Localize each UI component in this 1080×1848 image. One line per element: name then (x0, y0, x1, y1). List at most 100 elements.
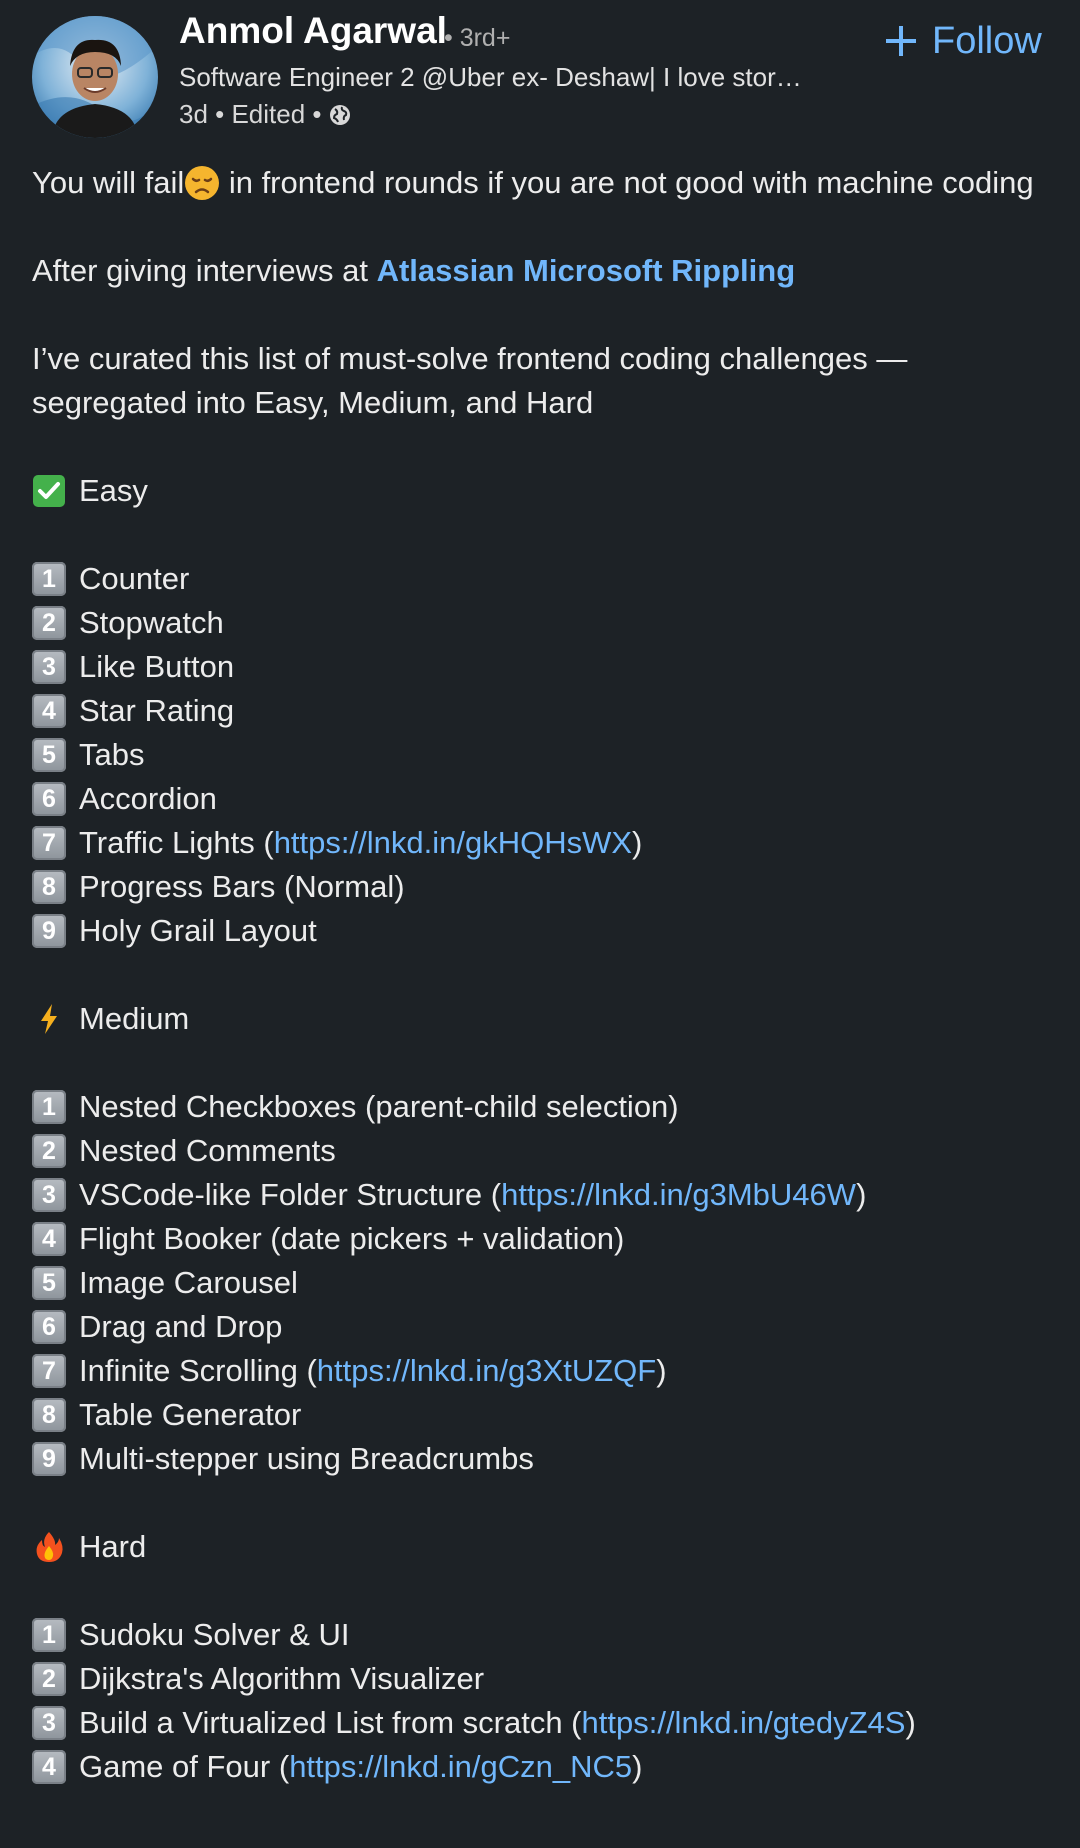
list-item: 7 Infinite Scrolling (https://lnkd.in/g3X… (32, 1349, 1042, 1393)
keycap-number-icon: 3 (32, 1178, 66, 1212)
keycap-number-icon: 2 (32, 1134, 66, 1168)
list-item: 5 Tabs (32, 733, 1042, 777)
list-item-text: VSCode-like Folder Structure ( (79, 1177, 502, 1212)
list-item: 8 Progress Bars (Normal) (32, 865, 1042, 909)
connection-degree: • 3rd+ (444, 24, 511, 52)
list-item-suffix: ) (632, 825, 643, 860)
list-item: 4 Game of Four (https://lnkd.in/gCzn_NC5) (32, 1745, 1042, 1789)
keycap-number-icon: 7 (32, 826, 66, 860)
lightning-icon (32, 1002, 66, 1036)
author-headline: Software Engineer 2 @Uber ex- Deshaw| I … (179, 62, 802, 92)
list-item-suffix: ) (856, 1177, 867, 1212)
list-item-text: Flight Booker (date pickers + validation… (79, 1221, 625, 1256)
list-item-text: Tabs (79, 737, 145, 772)
follow-button[interactable]: Follow (884, 16, 1042, 66)
list-item-link[interactable]: https://lnkd.in/g3MbU46W (501, 1173, 856, 1217)
list-item-text: Counter (79, 561, 190, 596)
keycap-number-icon: 4 (32, 694, 66, 728)
list-item: 8 Table Generator (32, 1393, 1042, 1437)
intro-text-part1: You will fail (32, 165, 185, 200)
post-meta-text: 3d • Edited • (179, 99, 322, 129)
keycap-number-icon: 8 (32, 1398, 66, 1432)
keycap-number-icon: 1 (32, 1090, 66, 1124)
list-item-text: Nested Comments (79, 1133, 336, 1168)
intro-text-part2: in frontend rounds if you are not good w… (220, 165, 1034, 200)
list-item: 6 Drag and Drop (32, 1305, 1042, 1349)
keycap-number-icon: 3 (32, 650, 66, 684)
list-item: 7 Traffic Lights (https://lnkd.in/gkHQHsW… (32, 821, 1042, 865)
list-item-text: Star Rating (79, 693, 235, 728)
list-item: 2 Dijkstra's Algorithm Visualizer (32, 1657, 1042, 1701)
post-meta: 3d • Edited • (179, 99, 352, 130)
section-heading-hard: Hard (32, 1525, 1042, 1569)
curated-paragraph: I’ve curated this list of must-solve fro… (32, 341, 908, 420)
list-item: 1 Nested Checkboxes (parent-child selecti… (32, 1085, 1042, 1129)
list-item-text: Multi-stepper using Breadcrumbs (79, 1441, 534, 1476)
list-item-link[interactable]: https://lnkd.in/g3XtUZQF (317, 1349, 656, 1393)
list-item: 4 Star Rating (32, 689, 1042, 733)
list-item-text: Image Carousel (79, 1265, 298, 1300)
list-item-text: Drag and Drop (79, 1309, 283, 1344)
list-item: 4 Flight Booker (date pickers + validatio… (32, 1217, 1042, 1261)
list-item-text: Table Generator (79, 1397, 302, 1432)
section-heading-medium: Medium (32, 997, 1042, 1041)
list-item-text: Build a Virtualized List from scratch ( (79, 1705, 582, 1740)
author-avatar[interactable] (32, 16, 158, 138)
check-mark-icon (32, 474, 66, 508)
list-item-text: Traffic Lights ( (79, 825, 274, 860)
list-item-text: Nested Checkboxes (parent-child selectio… (79, 1089, 679, 1124)
globe-icon (329, 104, 350, 125)
list-item-link[interactable]: https://lnkd.in/gkHQHsWX (274, 821, 632, 865)
keycap-number-icon: 6 (32, 782, 66, 816)
keycap-number-icon: 7 (32, 1354, 66, 1388)
list-item: 6 Accordion (32, 777, 1042, 821)
list-item: 2 Nested Comments (32, 1129, 1042, 1173)
keycap-number-icon: 4 (32, 1750, 66, 1784)
post-body: You will fail in frontend rounds if you … (32, 161, 1042, 1789)
keycap-number-icon: 1 (32, 1618, 66, 1652)
keycap-number-icon: 4 (32, 1222, 66, 1256)
keycap-number-icon: 6 (32, 1310, 66, 1344)
interviews-paragraph: After giving interviews at Atlassian Mic… (32, 249, 1042, 293)
list-item: 3 VSCode-like Folder Structure (https://l… (32, 1173, 1042, 1217)
fire-icon (32, 1530, 66, 1564)
list-item: 9 Multi-stepper using Breadcrumbs (32, 1437, 1042, 1481)
list-item-link[interactable]: https://lnkd.in/gtedyZ4S (582, 1701, 906, 1745)
list-item: 1 Counter (32, 557, 1042, 601)
keycap-number-icon: 5 (32, 1266, 66, 1300)
list-item-suffix: ) (632, 1749, 643, 1784)
keycap-number-icon: 9 (32, 914, 66, 948)
section-heading-easy: Easy (32, 469, 1042, 513)
keycap-number-icon: 9 (32, 1442, 66, 1476)
list-item-link[interactable]: https://lnkd.in/gCzn_NC5 (289, 1745, 632, 1789)
list-item: 9 Holy Grail Layout (32, 909, 1042, 953)
list-item: 3 Like Button (32, 645, 1042, 689)
section-heading-label: Hard (79, 1529, 147, 1564)
list-item-text: Accordion (79, 781, 217, 816)
list-item-text: Progress Bars (Normal) (79, 869, 405, 904)
list-item: 3 Build a Virtualized List from scratch (… (32, 1701, 1042, 1745)
company-mentions[interactable]: Atlassian Microsoft Rippling (377, 253, 796, 288)
keycap-number-icon: 5 (32, 738, 66, 772)
keycap-number-icon: 2 (32, 1662, 66, 1696)
keycap-number-icon: 8 (32, 870, 66, 904)
list-item-text: Stopwatch (79, 605, 224, 640)
interviews-prefix: After giving interviews at (32, 253, 377, 288)
disappointed-face-icon (185, 166, 220, 200)
list-item-suffix: ) (905, 1705, 916, 1740)
follow-label: Follow (932, 19, 1042, 62)
challenge-sections: Easy 1 Counter 2 Stopwatch 3 Like Button 4 Star … (32, 469, 1042, 1789)
author-name[interactable]: Anmol Agarwal (179, 10, 447, 52)
intro-paragraph: You will fail in frontend rounds if you … (32, 161, 1042, 205)
list-item-text: Like Button (79, 649, 235, 684)
section-heading-label: Medium (79, 1001, 190, 1036)
list-item: 1 Sudoku Solver & UI (32, 1613, 1042, 1657)
keycap-number-icon: 2 (32, 606, 66, 640)
post-header: Anmol Agarwal • 3rd+ Software Engineer 2… (0, 0, 1080, 150)
list-item-suffix: ) (656, 1353, 667, 1388)
list-item-text: Holy Grail Layout (79, 913, 317, 948)
